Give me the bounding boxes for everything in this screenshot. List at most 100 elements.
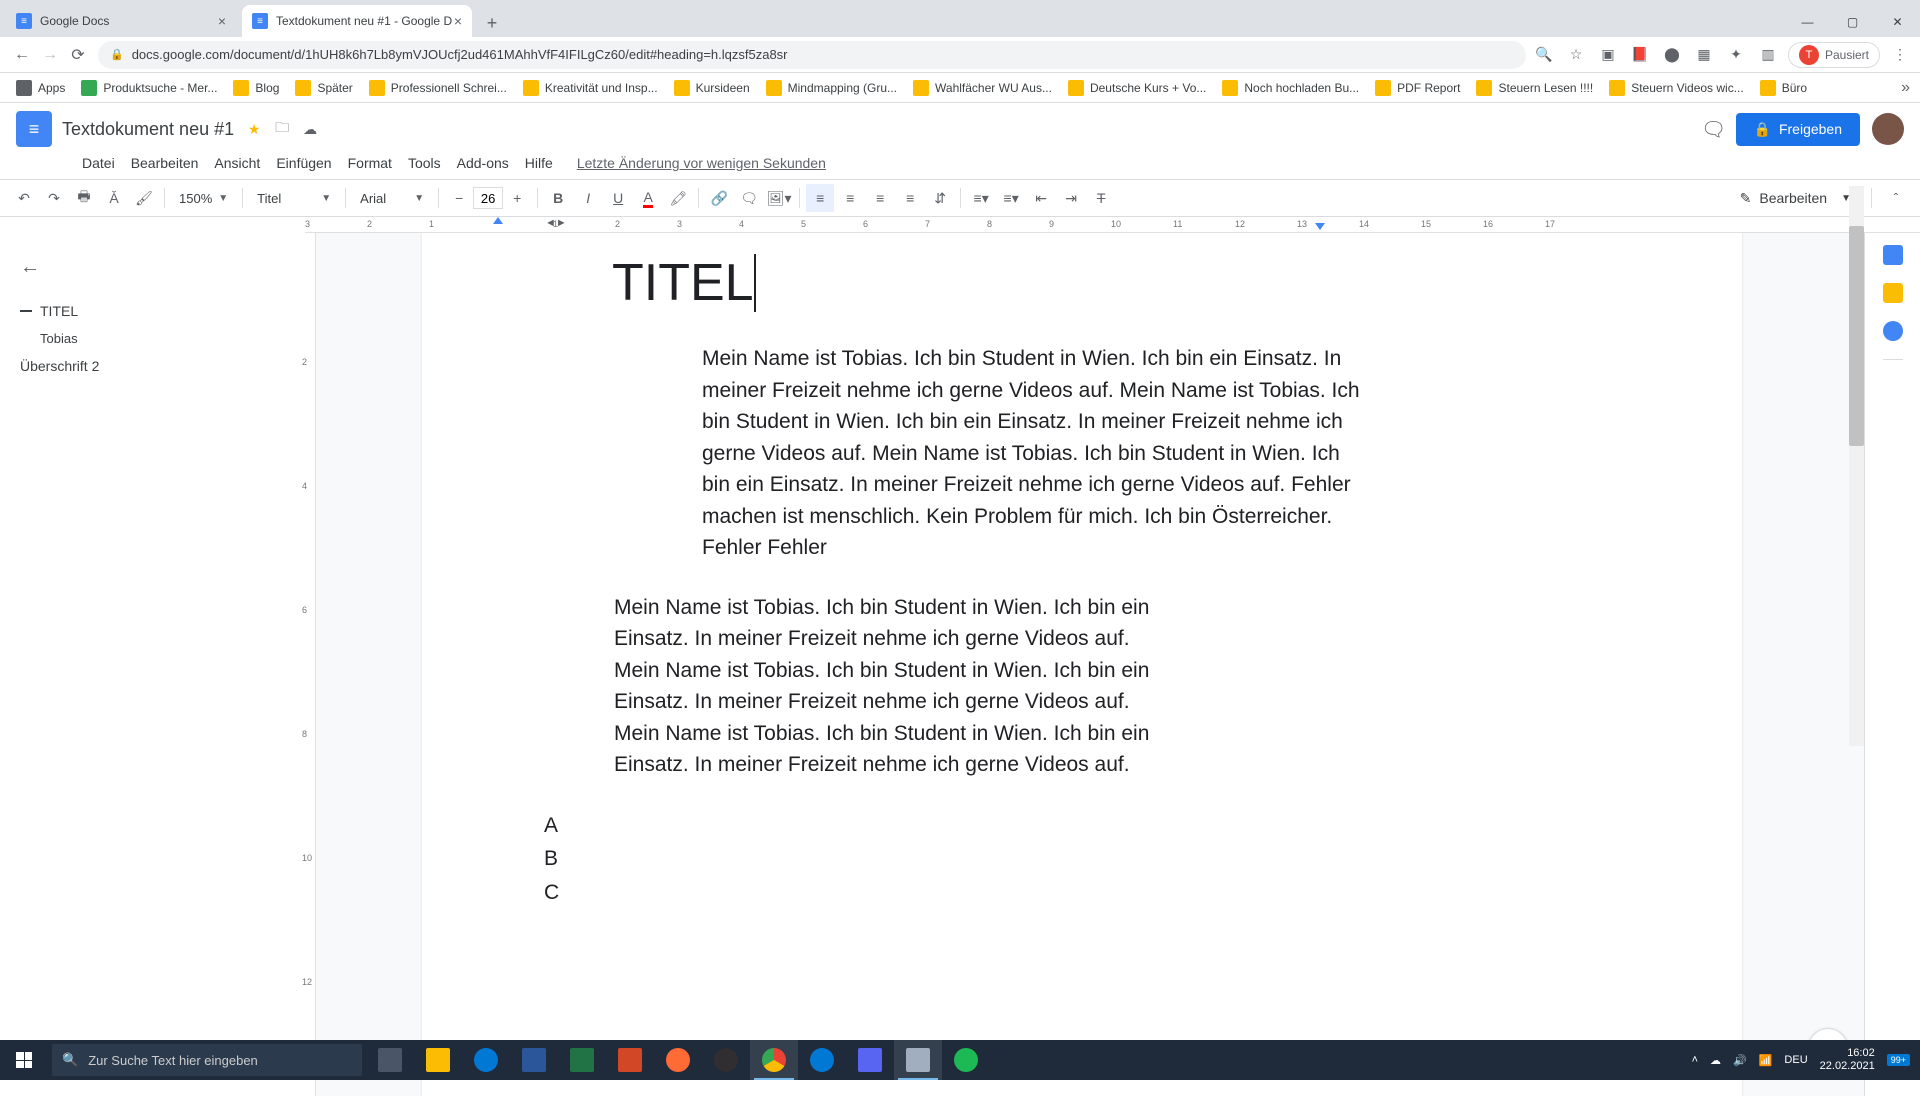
align-left-button[interactable]: ≡ — [806, 184, 834, 212]
increase-indent-button[interactable]: ⇥ — [1057, 184, 1085, 212]
editing-mode-select[interactable]: ✎ Bearbeiten ▼ — [1730, 186, 1861, 211]
extension-icon[interactable]: ▣ — [1596, 43, 1620, 67]
spotify-button[interactable] — [942, 1040, 990, 1080]
paragraph-style-select[interactable]: Titel▼ — [249, 185, 339, 211]
bookmark-item[interactable]: Kreativität und Insp... — [517, 76, 664, 100]
outline-back-button[interactable]: ← — [12, 249, 48, 285]
file-explorer-button[interactable] — [414, 1040, 462, 1080]
paragraph-2[interactable]: Mein Name ist Tobias. Ich bin Student in… — [614, 592, 1179, 781]
keep-icon[interactable] — [1883, 283, 1903, 303]
list-item[interactable]: B — [544, 842, 1682, 876]
url-input[interactable]: 🔒 docs.google.com/document/d/1hUH8k6h7Lb… — [98, 41, 1526, 69]
notifications-button[interactable]: 99+ — [1887, 1054, 1910, 1066]
bookmark-item[interactable]: PDF Report — [1369, 76, 1466, 100]
spellcheck-button[interactable]: Ǎ — [100, 184, 128, 212]
edge-button[interactable] — [798, 1040, 846, 1080]
font-size-input[interactable] — [473, 187, 503, 209]
scrollbar-thumb[interactable] — [1849, 226, 1864, 446]
back-button[interactable]: ← — [8, 41, 36, 69]
increase-font-size-button[interactable]: + — [503, 184, 531, 212]
bookmark-item[interactable]: Blog — [227, 76, 285, 100]
maximize-button[interactable]: ▢ — [1830, 7, 1875, 37]
star-icon[interactable]: ☆ — [1564, 43, 1588, 67]
insert-comment-button[interactable]: 🗨 — [735, 184, 763, 212]
profile-button[interactable]: T Pausiert — [1788, 42, 1880, 68]
volume-icon[interactable]: 🔊 — [1733, 1054, 1747, 1067]
align-right-button[interactable]: ≡ — [866, 184, 894, 212]
vertical-ruler[interactable]: 24681012 — [300, 233, 316, 1096]
chrome-button[interactable] — [750, 1040, 798, 1080]
vertical-scrollbar[interactable] — [1849, 186, 1864, 746]
decrease-font-size-button[interactable]: − — [445, 184, 473, 212]
extension-icon[interactable]: ⬤ — [1660, 43, 1684, 67]
bookmark-item[interactable]: Später — [289, 76, 358, 100]
bookmark-item[interactable]: Produktsuche - Mer... — [75, 76, 223, 100]
obs-button[interactable] — [702, 1040, 750, 1080]
zoom-select[interactable]: 150%▼ — [171, 185, 236, 211]
tray-expand-button[interactable]: ˄ — [1692, 1054, 1698, 1066]
bookmark-item[interactable]: Noch hochladen Bu... — [1216, 76, 1365, 100]
extension-icon[interactable]: ▦ — [1692, 43, 1716, 67]
minimize-button[interactable]: — — [1785, 7, 1830, 37]
bookmark-item[interactable]: Kursideen — [668, 76, 756, 100]
paragraph-1[interactable]: Mein Name ist Tobias. Ich bin Student in… — [702, 343, 1372, 564]
close-icon[interactable]: × — [218, 13, 226, 29]
extension-icon[interactable]: 📕 — [1628, 43, 1652, 67]
list-block[interactable]: ABC — [544, 809, 1682, 910]
last-change-link[interactable]: Letzte Änderung vor wenigen Sekunden — [571, 151, 832, 175]
italic-button[interactable]: I — [574, 184, 602, 212]
bookmark-item[interactable]: Deutsche Kurs + Vo... — [1062, 76, 1212, 100]
start-button[interactable] — [0, 1040, 48, 1080]
bookmark-item[interactable]: Wahlfächer WU Aus... — [907, 76, 1058, 100]
comments-icon[interactable]: 🗨 — [1704, 119, 1724, 139]
align-center-button[interactable]: ≡ — [836, 184, 864, 212]
document-title[interactable]: Textdokument neu #1 — [62, 119, 234, 140]
redo-button[interactable]: ↷ — [40, 184, 68, 212]
reload-button[interactable]: ⟳ — [64, 41, 92, 69]
numbered-list-button[interactable]: ≡▾ — [967, 184, 995, 212]
clear-formatting-button[interactable]: T — [1087, 184, 1115, 212]
page-1[interactable]: TITEL Mein Name ist Tobias. Ich bin Stud… — [422, 233, 1742, 1096]
zoom-icon[interactable]: 🔍 — [1532, 43, 1556, 67]
tasks-icon[interactable] — [1883, 321, 1903, 341]
bold-button[interactable]: B — [544, 184, 572, 212]
close-icon[interactable]: × — [454, 13, 462, 29]
align-justify-button[interactable]: ≡ — [896, 184, 924, 212]
menu-format[interactable]: Format — [342, 151, 398, 175]
new-tab-button[interactable]: + — [478, 9, 506, 37]
forward-button[interactable]: → — [36, 41, 64, 69]
bookmark-item[interactable]: Büro — [1754, 76, 1813, 100]
cloud-saved-icon[interactable]: ☁ — [300, 119, 320, 139]
word-button[interactable] — [510, 1040, 558, 1080]
collapse-toolbar-button[interactable]: ˆ — [1882, 184, 1910, 212]
task-view-button[interactable] — [366, 1040, 414, 1080]
network-icon[interactable]: 📶 — [1759, 1054, 1773, 1067]
star-icon[interactable]: ★ — [244, 119, 264, 139]
bulleted-list-button[interactable]: ≡▾ — [997, 184, 1025, 212]
menu-tools[interactable]: Tools — [402, 151, 447, 175]
line-spacing-button[interactable]: ⇵ — [926, 184, 954, 212]
calendar-icon[interactable] — [1883, 245, 1903, 265]
insert-image-button[interactable]: 🖼▾ — [765, 184, 793, 212]
underline-button[interactable]: U — [604, 184, 632, 212]
menu-icon[interactable]: ⋮ — [1888, 43, 1912, 67]
document-heading-title[interactable]: TITEL — [482, 233, 1682, 343]
document-canvas[interactable]: 24681012 TITEL Mein Name ist Tobias. Ich… — [300, 233, 1864, 1096]
menu-add-ons[interactable]: Add-ons — [451, 151, 515, 175]
account-avatar[interactable] — [1872, 113, 1904, 145]
app-button[interactable] — [654, 1040, 702, 1080]
docs-logo-icon[interactable]: ≡ — [16, 111, 52, 147]
highlight-button[interactable]: 🖍 — [664, 184, 692, 212]
insert-link-button[interactable]: 🔗 — [705, 184, 733, 212]
outline-item[interactable]: Überschrift 2 — [12, 352, 288, 380]
outline-item[interactable]: TITEL — [12, 297, 288, 325]
extension-icon[interactable]: ✦ — [1724, 43, 1748, 67]
menu-datei[interactable]: Datei — [76, 151, 121, 175]
bookmark-item[interactable]: Apps — [10, 76, 71, 100]
close-window-button[interactable]: ✕ — [1875, 7, 1920, 37]
extension-icon[interactable]: ▥ — [1756, 43, 1780, 67]
windows-search-input[interactable]: 🔍 Zur Suche Text hier eingeben — [52, 1044, 362, 1076]
print-button[interactable]: 🖶 — [70, 184, 98, 212]
bookmarks-overflow-button[interactable]: » — [1901, 79, 1910, 97]
move-icon[interactable]: 🗀 — [272, 119, 292, 139]
